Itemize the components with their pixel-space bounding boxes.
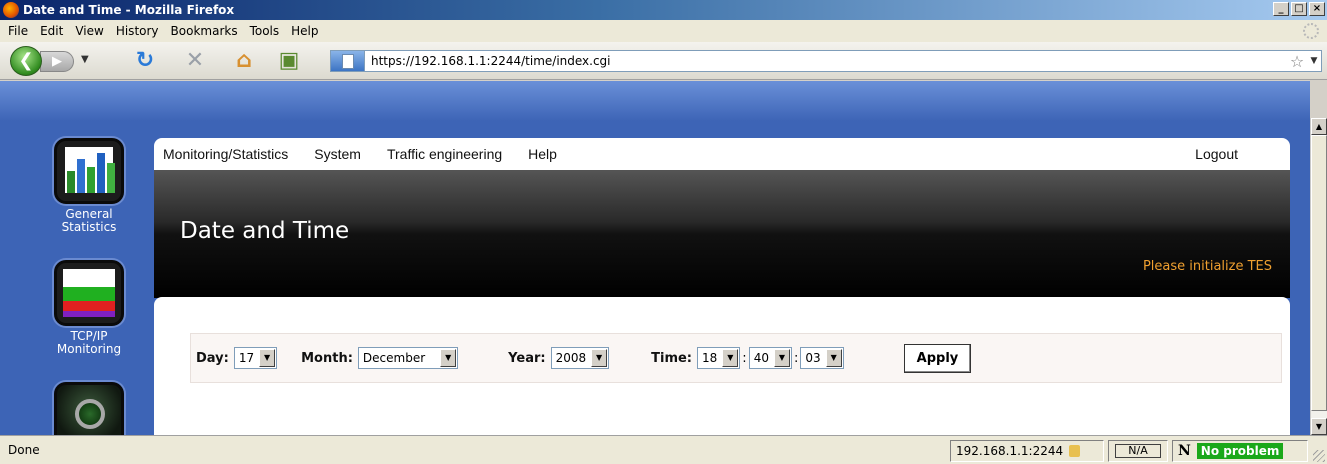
firefox-logo-icon — [3, 2, 19, 18]
na-text: N/A — [1115, 444, 1161, 458]
second-value: 03 — [805, 351, 821, 365]
lock-icon[interactable] — [1069, 445, 1081, 457]
menu-bookmarks[interactable]: Bookmarks — [171, 24, 238, 38]
site-identity-icon[interactable] — [331, 51, 365, 71]
menu-view[interactable]: View — [75, 24, 103, 38]
year-label: Year: — [508, 350, 546, 366]
status-bar: Done 192.168.1.1:2244 N/A N No problem — [0, 435, 1327, 464]
forward-arrow-icon: ▶ — [52, 54, 62, 69]
scroll-up-icon[interactable]: ▲ — [1311, 118, 1327, 135]
history-dropdown-icon[interactable]: ▼ — [81, 54, 89, 65]
time-label: Time: — [651, 350, 693, 366]
app-top-nav: Monitoring/Statistics System Traffic eng… — [154, 138, 1290, 170]
day-label: Day: — [196, 350, 229, 366]
date-time-form: Day: 17 ▼ Month: December ▼ Year: 2008 ▼… — [190, 333, 1282, 383]
no-problem-badge: No problem — [1196, 443, 1284, 459]
year-value: 2008 — [555, 351, 587, 365]
menu-history[interactable]: History — [116, 24, 159, 38]
menu-bar: File Edit View History Bookmarks Tools H… — [0, 20, 1327, 42]
reload-icon[interactable]: ↻ — [133, 50, 157, 72]
page-title: Date and Time — [180, 218, 350, 244]
scroll-down-icon[interactable]: ▼ — [1311, 418, 1327, 435]
nav-system[interactable]: System — [314, 146, 361, 162]
url-bar[interactable]: https://192.168.1.1:2244/time/index.cgi … — [330, 50, 1322, 72]
url-dropdown-icon[interactable]: ▼ — [1307, 56, 1321, 66]
host-text: 192.168.1.1:2244 — [956, 444, 1064, 458]
menu-help[interactable]: Help — [291, 24, 318, 38]
month-label: Month: — [301, 350, 353, 366]
navigation-toolbar: ▶ ❮ ▼ ↻ ✕ ⌂ ▣ https://192.168.1.1:2244/t… — [0, 42, 1327, 80]
time-separator: : — [742, 350, 747, 366]
chevron-down-icon[interactable]: ▼ — [722, 349, 739, 367]
bookmark-star-icon[interactable]: ☆ — [1287, 52, 1307, 71]
menu-tools[interactable]: Tools — [250, 24, 280, 38]
day-value: 17 — [238, 351, 255, 365]
hour-value: 18 — [702, 351, 718, 365]
stop-icon[interactable]: ✕ — [183, 50, 207, 72]
month-select[interactable]: December ▼ — [357, 347, 459, 369]
year-select[interactable]: 2008 ▼ — [550, 347, 610, 369]
throbber-icon — [1303, 23, 1319, 39]
window-controls: _ □ × — [1273, 2, 1325, 16]
chevron-down-icon[interactable]: ▼ — [591, 349, 608, 367]
home-icon[interactable]: ⌂ — [232, 50, 256, 72]
close-button[interactable]: × — [1309, 2, 1325, 16]
menu-file[interactable]: File — [8, 24, 28, 38]
sidebar-item-general-statistics[interactable]: General Statistics — [44, 138, 134, 234]
sidebar-item-tcp-ip-monitoring[interactable]: TCP/IP Monitoring — [44, 260, 134, 356]
n-label: N — [1178, 443, 1191, 459]
minute-value: 40 — [753, 351, 769, 365]
maximize-button[interactable]: □ — [1291, 2, 1307, 16]
nav-traffic-engineering[interactable]: Traffic engineering — [387, 146, 502, 162]
status-host: 192.168.1.1:2244 — [950, 440, 1104, 462]
tcp-monitoring-graph-icon — [54, 260, 124, 326]
chevron-down-icon[interactable]: ▼ — [773, 349, 790, 367]
chevron-down-icon[interactable]: ▼ — [440, 349, 457, 367]
title-bar: Date and Time - Mozilla Firefox _ □ × — [0, 0, 1327, 20]
minimize-button[interactable]: _ — [1273, 2, 1289, 16]
bookmark-add-icon[interactable]: ▣ — [277, 50, 301, 72]
status-indicator[interactable]: N No problem — [1172, 440, 1308, 462]
nav-help[interactable]: Help — [528, 146, 557, 162]
second-select[interactable]: 03 ▼ — [800, 347, 844, 369]
window-title: Date and Time - Mozilla Firefox — [23, 3, 235, 17]
apply-button[interactable]: Apply — [903, 343, 972, 373]
resize-grip-icon[interactable] — [1313, 450, 1325, 462]
statistics-chart-icon — [54, 138, 124, 204]
logout-link[interactable]: Logout — [1195, 146, 1238, 162]
sidebar-label-line2: Statistics — [61, 220, 117, 234]
vertical-scrollbar[interactable]: ▲ ▼ — [1310, 118, 1327, 435]
time-separator: : — [793, 350, 799, 366]
nav-monitoring-statistics[interactable]: Monitoring/Statistics — [163, 146, 288, 162]
back-arrow-icon: ❮ — [18, 50, 34, 71]
minute-select[interactable]: 40 ▼ — [748, 347, 792, 369]
url-text[interactable]: https://192.168.1.1:2244/time/index.cgi — [365, 54, 1287, 68]
page-header: Date and Time Please initialize TES — [154, 170, 1290, 298]
status-na: N/A — [1108, 440, 1168, 462]
back-button[interactable]: ❮ — [10, 46, 42, 76]
chevron-down-icon[interactable]: ▼ — [825, 349, 842, 367]
main-panel: Day: 17 ▼ Month: December ▼ Year: 2008 ▼… — [154, 297, 1290, 457]
hour-select[interactable]: 18 ▼ — [697, 347, 741, 369]
menu-edit[interactable]: Edit — [40, 24, 63, 38]
status-text: Done — [8, 443, 40, 457]
scroll-thumb[interactable] — [1311, 135, 1327, 411]
forward-button[interactable]: ▶ — [40, 51, 74, 72]
sidebar-label-line2: Monitoring — [56, 342, 122, 356]
initialization-warning: Please initialize TES — [1142, 259, 1272, 274]
month-value: December — [362, 351, 426, 365]
chevron-down-icon[interactable]: ▼ — [259, 349, 276, 367]
day-select[interactable]: 17 ▼ — [233, 347, 278, 369]
